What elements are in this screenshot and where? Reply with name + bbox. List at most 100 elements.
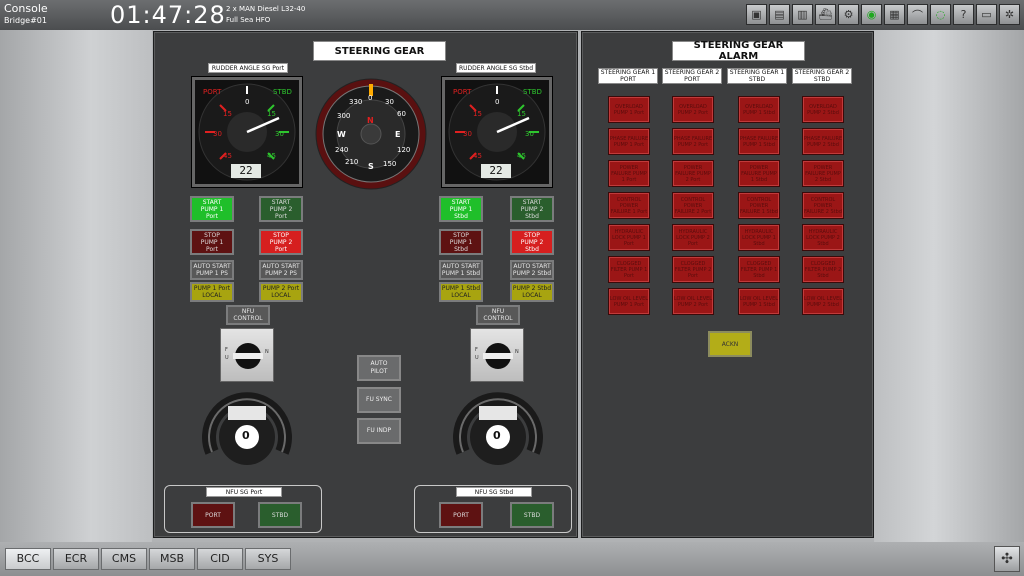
compass-label-s: S	[368, 162, 374, 171]
nfu-port-stbd-button[interactable]: STBD	[258, 502, 302, 528]
label: CONTROL	[233, 315, 263, 322]
label: START	[271, 198, 291, 206]
label: START	[522, 198, 542, 206]
start-pump2-port-button[interactable]: START PUMP 2 Port	[259, 196, 303, 222]
label: CONTROL	[483, 315, 513, 322]
bottom-tab-bar: BCC ECR CMS MSB CID SYS ✣	[0, 542, 1024, 576]
label: STEERING GEAR 1	[600, 69, 656, 76]
printer-icon[interactable]: ▥	[792, 4, 813, 25]
start-pump1-stbd-button[interactable]: START PUMP 1 Stbd	[439, 196, 483, 222]
tab-msb[interactable]: MSB	[149, 548, 195, 570]
document-icon[interactable]: ▦	[884, 4, 905, 25]
label: AUTO START	[442, 263, 480, 270]
label: Port	[206, 245, 218, 253]
gauge-tick-30-port: 30	[213, 130, 222, 138]
nfu-control-port-button[interactable]: NFU CONTROL	[226, 305, 270, 325]
compass-label-240: 240	[335, 146, 349, 154]
compass-label-n: N	[367, 116, 374, 125]
auto-start-pump2-stbd-button[interactable]: AUTO START PUMP 2 Stbd	[510, 260, 554, 280]
compass-label-60: 60	[397, 110, 406, 118]
tab-cid[interactable]: CID	[197, 548, 243, 570]
label: Stbd	[454, 245, 468, 253]
fan-icon[interactable]: ✣	[994, 546, 1020, 572]
selector-letter-n: N	[515, 349, 519, 355]
auto-start-pump1-port-button[interactable]: AUTO START PUMP 1 PS	[190, 260, 234, 280]
bridge-label: Bridge#01	[4, 16, 47, 25]
label: PUMP 2	[520, 205, 544, 213]
label: Port	[206, 212, 218, 220]
label: PORT	[620, 76, 636, 83]
selector-letter-u: U	[225, 355, 229, 361]
tab-cms[interactable]: CMS	[101, 548, 147, 570]
label: PORT	[205, 511, 221, 519]
alarm-indicator: HYDRAULIC LOCK PUMP 1 Port	[608, 224, 650, 251]
display-icon[interactable]: ▤	[769, 4, 790, 25]
alarm-indicator: OVERLOAD PUMP 1 Stbd	[738, 96, 780, 123]
pump2-stbd-local-indicator: PUMP 2 Stbd LOCAL	[510, 282, 554, 302]
print-icon[interactable]: ▭	[976, 4, 997, 25]
alarm-indicator: OVERLOAD PUMP 2 Stbd	[802, 96, 844, 123]
nfu-stbd-stbd-button[interactable]: STBD	[510, 502, 554, 528]
fu-sync-button[interactable]: FU SYNC	[357, 387, 401, 413]
engine-icon[interactable]: ⚙	[838, 4, 859, 25]
alarm-indicator: CLOGGED FILTER PUMP 1 Stbd	[738, 256, 780, 283]
stop-pump1-port-button[interactable]: STOP PUMP 1 Port	[190, 229, 234, 255]
alarm-indicator: LOW OIL LEVEL PUMP 1 Stbd	[738, 288, 780, 315]
ackn-button[interactable]: ACKN	[708, 331, 752, 357]
gauge-tick-30-port: 30	[463, 130, 472, 138]
label: STBD	[523, 511, 541, 519]
tab-sys[interactable]: SYS	[245, 548, 291, 570]
label: AUTO START	[513, 263, 551, 270]
gauge-tick-0: 0	[495, 98, 500, 106]
tab-bcc[interactable]: BCC	[5, 548, 51, 570]
chat-icon[interactable]: ◌	[930, 4, 951, 25]
compass-label-30: 30	[385, 98, 394, 106]
gauge-tick-15-stbd: 15	[517, 110, 526, 118]
ship-icon[interactable]: ⛴	[815, 4, 836, 25]
auto-start-pump2-port-button[interactable]: AUTO START PUMP 2 PS	[259, 260, 303, 280]
nfu-tiller-stbd[interactable]: 0	[453, 392, 543, 478]
gauge-tick-45-port: 45	[473, 152, 482, 160]
graph-icon[interactable]: ⌒	[907, 4, 928, 25]
eye-icon[interactable]: ◉	[861, 4, 882, 25]
left-background	[0, 30, 152, 542]
label: PUMP 2 Stbd	[512, 270, 552, 277]
settings-icon[interactable]: ✲	[999, 4, 1020, 25]
label: LOCAL	[522, 292, 542, 299]
stop-pump1-stbd-button[interactable]: STOP PUMP 1 Stbd	[439, 229, 483, 255]
nfu-sg-port-label: NFU SG Port	[206, 487, 282, 497]
label: Port	[275, 212, 287, 220]
start-pump2-stbd-button[interactable]: START PUMP 2 Stbd	[510, 196, 554, 222]
nfu-tiller-port[interactable]: 0	[202, 392, 292, 478]
selector-letter-n: N	[265, 349, 269, 355]
help-icon[interactable]: ?	[953, 4, 974, 25]
clock: 01:47:28	[110, 1, 226, 29]
fu-indp-button[interactable]: FU INDP	[357, 418, 401, 444]
label: PUMP 2	[520, 238, 544, 246]
label: PORT	[684, 76, 700, 83]
tab-ecr[interactable]: ECR	[53, 548, 99, 570]
gauge-tick-45-port: 45	[223, 152, 232, 160]
nfu-control-stbd-button[interactable]: NFU CONTROL	[476, 305, 520, 325]
alarm-indicator: HYDRAULIC LOCK PUMP 2 Stbd	[802, 224, 844, 251]
auto-pilot-button[interactable]: AUTO PILOT	[357, 355, 401, 381]
stop-pump2-port-button[interactable]: STOP PUMP 2 Port	[259, 229, 303, 255]
alarm-indicator: POWER FAILURE PUMP 1 Stbd	[738, 160, 780, 187]
alarm-indicator: POWER FAILURE PUMP 2 Stbd	[802, 160, 844, 187]
label: Stbd	[525, 212, 539, 220]
alarm-indicator: HYDRAULIC LOCK PUMP 2 Port	[672, 224, 714, 251]
nfu-stbd-port-button[interactable]: PORT	[439, 502, 483, 528]
alarm-indicator: PHASE FAILURE PUMP 2 Port	[672, 128, 714, 155]
mode-selector-stbd[interactable]: F U N	[470, 328, 524, 382]
alarm-indicator: POWER FAILURE PUMP 1 Port	[608, 160, 650, 187]
start-pump1-port-button[interactable]: START PUMP 1 Port	[190, 196, 234, 222]
gauge-tick-45-stbd: 45	[517, 152, 526, 160]
nfu-port-port-button[interactable]: PORT	[191, 502, 235, 528]
stop-pump2-stbd-button[interactable]: STOP PUMP 2 Stbd	[510, 229, 554, 255]
auto-start-pump1-stbd-button[interactable]: AUTO START PUMP 1 Stbd	[439, 260, 483, 280]
mode-selector-port[interactable]: F U N	[220, 328, 274, 382]
monitor-icon[interactable]: ▣	[746, 4, 767, 25]
gauge-port-text: PORT	[203, 88, 222, 96]
label: PUMP 1 Stbd	[441, 285, 481, 292]
rudder-angle-port-gauge: PORT STBD 0 15 15 30 30 45 45 22	[192, 77, 302, 187]
